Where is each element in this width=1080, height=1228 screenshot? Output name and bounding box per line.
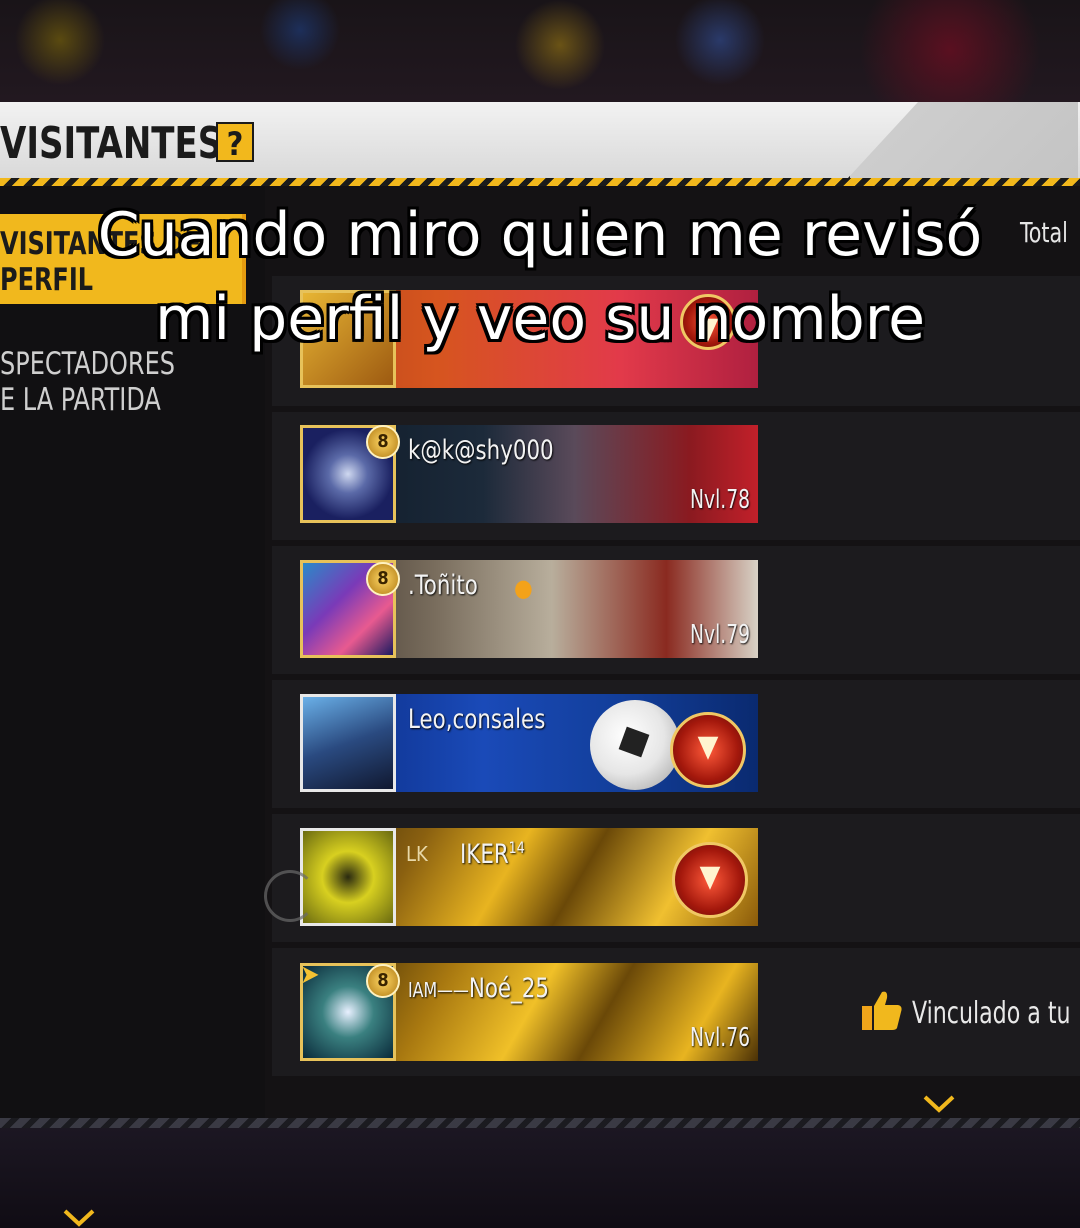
- chevron-down-icon[interactable]: [62, 1208, 96, 1228]
- visitor-name: Leo,consales: [408, 704, 546, 735]
- rank-badge: 8: [366, 425, 400, 459]
- tab-line2: E LA PARTIDA: [0, 382, 161, 418]
- visitor-name-text: Noé_25: [468, 973, 549, 1004]
- visitor-name: IAM——Noé_25: [408, 973, 549, 1004]
- footer-bar: [0, 1118, 1080, 1228]
- apple-icon: ●: [514, 574, 533, 602]
- caption-line-1: Cuando miro quien me revisó: [97, 200, 983, 270]
- tab-match-spectators[interactable]: SPECTADORES E LA PARTIDA: [0, 346, 175, 418]
- rank-badge: 8: [366, 964, 400, 998]
- footer-divider: [0, 1118, 1080, 1128]
- avatar: [300, 828, 396, 926]
- help-button[interactable]: ?: [216, 122, 254, 163]
- linked-label: Vinculado a tu: [912, 996, 1071, 1031]
- visitor-card[interactable]: LK IKER14: [300, 828, 758, 926]
- caption-line-2: mi perfil y veo su nombre: [154, 284, 926, 354]
- visitor-name-superscript: 14: [508, 838, 525, 857]
- visitor-card[interactable]: Leo,consales: [300, 694, 758, 792]
- soccer-ball-icon: [590, 700, 680, 790]
- visitor-name-text: IKER: [460, 839, 509, 870]
- avatar: [300, 694, 396, 792]
- rank-badge: 8: [366, 562, 400, 596]
- loading-spinner-icon: [264, 870, 316, 922]
- visitor-level: Nvl.78: [689, 485, 750, 515]
- page-title: VISITANTES: [0, 118, 223, 169]
- chevron-down-icon[interactable]: [922, 1094, 956, 1114]
- rank-emblem-icon: [670, 712, 746, 788]
- visitor-name: IKER14: [460, 838, 525, 870]
- visitor-level: Nvl.76: [689, 1023, 750, 1053]
- visitor-name: k@k@shy000: [408, 435, 554, 466]
- visitor-prefix: LK: [406, 842, 428, 866]
- paper-plane-icon: ➤: [300, 960, 320, 990]
- hazard-stripe-divider: [0, 178, 1080, 186]
- visitor-name: .Toñito: [408, 570, 478, 601]
- visitor-level: Nvl.79: [689, 620, 750, 650]
- thumbs-up-icon[interactable]: [860, 988, 904, 1032]
- rank-emblem-icon: [672, 842, 748, 918]
- visitor-prefix: IAM——: [408, 978, 469, 1002]
- background-blur: [0, 0, 1080, 102]
